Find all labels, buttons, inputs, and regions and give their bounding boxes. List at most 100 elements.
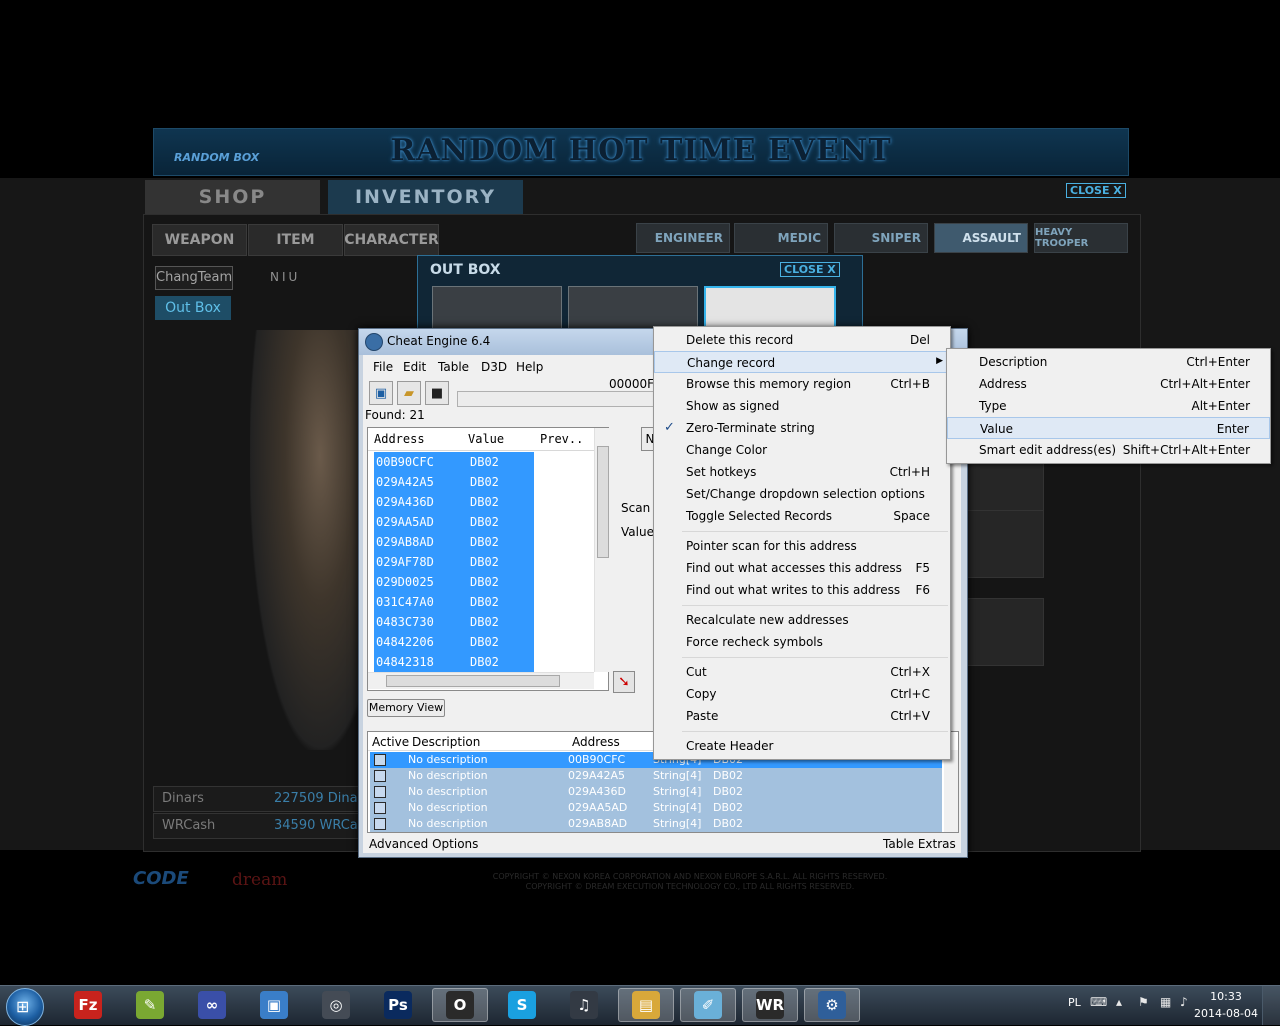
menu-item-browse-memory[interactable]: Browse this memory region Ctrl+B: [654, 373, 950, 395]
menu-item-cut[interactable]: Cut Ctrl+X: [654, 661, 950, 683]
team-button[interactable]: ChangTeam: [155, 266, 233, 290]
class-tab-assault[interactable]: ASSAULT: [934, 223, 1028, 253]
subtab-character[interactable]: CHARACTER: [344, 224, 439, 256]
menu-item-create-header[interactable]: Create Header: [654, 735, 950, 757]
result-row[interactable]: 029AA5AD DB02: [374, 512, 534, 532]
class-tab-sniper[interactable]: SNIPER: [834, 223, 928, 253]
active-checkbox[interactable]: [374, 802, 386, 814]
menu-item-toggle-records[interactable]: Toggle Selected Records Space: [654, 505, 950, 527]
results-horizontal-scrollbar[interactable]: [368, 672, 594, 689]
memory-view-button[interactable]: Memory View: [367, 699, 445, 717]
game-side-button[interactable]: [960, 598, 1044, 666]
taskbar-button[interactable]: S: [494, 988, 550, 1022]
menu-item-find-accesses[interactable]: Find out what accesses this address F5: [654, 557, 950, 579]
keyboard-icon[interactable]: ⌨: [1090, 995, 1107, 1009]
tab-inventory[interactable]: INVENTORY: [328, 180, 523, 214]
result-row[interactable]: 029AB8AD DB02: [374, 532, 534, 552]
submenu-item-smart-edit[interactable]: Smart edit address(es) Shift+Ctrl+Alt+Ent…: [947, 439, 1270, 461]
game-close-button[interactable]: CLOSE X: [1066, 183, 1126, 198]
taskbar-button[interactable]: Ps: [370, 988, 426, 1022]
scroll-thumb[interactable]: [597, 446, 609, 558]
taskbar-button[interactable]: O: [432, 988, 488, 1022]
action-center-icon[interactable]: ⚑: [1138, 995, 1149, 1009]
taskbar-button[interactable]: WR: [742, 988, 798, 1022]
active-checkbox[interactable]: [374, 818, 386, 830]
col-address[interactable]: Address: [572, 735, 620, 749]
subtab-item[interactable]: ITEM: [248, 224, 343, 256]
menu-item-change-color[interactable]: Change Color: [654, 439, 950, 461]
clock-time[interactable]: 10:33: [1196, 990, 1256, 1003]
submenu-item-address[interactable]: Address Ctrl+Alt+Enter: [947, 373, 1270, 395]
table-extras-button[interactable]: Table Extras: [883, 837, 956, 851]
submenu-item-type[interactable]: Type Alt+Enter: [947, 395, 1270, 417]
open-button[interactable]: ▰: [397, 381, 421, 405]
result-row[interactable]: 029A436D DB02: [374, 492, 534, 512]
menu-item-recalculate[interactable]: Recalculate new addresses: [654, 609, 950, 631]
menu-item-dropdown-options[interactable]: Set/Change dropdown selection options: [654, 483, 950, 505]
menu-item-pointer-scan[interactable]: Pointer scan for this address: [654, 535, 950, 557]
taskbar-button[interactable]: ▤: [618, 988, 674, 1022]
active-checkbox[interactable]: [374, 754, 386, 766]
table-row[interactable]: No description 029AA5AD String[4] DB02: [370, 800, 942, 816]
taskbar-button[interactable]: ∞: [184, 988, 240, 1022]
advanced-options-button[interactable]: Advanced Options: [369, 837, 478, 851]
menu-item-copy[interactable]: Copy Ctrl+C: [654, 683, 950, 705]
clock-date[interactable]: 2014-08-04: [1192, 1007, 1260, 1020]
outbox-button[interactable]: Out Box: [155, 296, 231, 320]
taskbar-button[interactable]: ⚙: [804, 988, 860, 1022]
result-row[interactable]: 029AF78D DB02: [374, 552, 534, 572]
menu-item-paste[interactable]: Paste Ctrl+V: [654, 705, 950, 727]
game-side-button[interactable]: [960, 510, 1044, 578]
table-row[interactable]: No description 029A42A5 String[4] DB02: [370, 768, 942, 784]
taskbar-button[interactable]: Fz: [60, 988, 116, 1022]
col-active[interactable]: Active: [372, 735, 409, 749]
outbox-close-button[interactable]: CLOSE X: [780, 262, 840, 277]
table-row[interactable]: No description 029A436D String[4] DB02: [370, 784, 942, 800]
result-row[interactable]: 04842206 DB02: [374, 632, 534, 652]
taskbar-button[interactable]: ✐: [680, 988, 736, 1022]
submenu-item-description[interactable]: Description Ctrl+Enter: [947, 351, 1270, 373]
result-row[interactable]: 00B90CFC DB02: [374, 452, 534, 472]
col-description[interactable]: Description: [412, 735, 480, 749]
results-vertical-scrollbar[interactable]: [594, 428, 609, 672]
result-row[interactable]: 0483C730 DB02: [374, 612, 534, 632]
menu-file[interactable]: File: [373, 360, 393, 374]
show-desktop-button[interactable]: [1262, 986, 1280, 1025]
class-tab-heavy-trooper[interactable]: HEAVY TROOPER: [1034, 223, 1128, 253]
taskbar-button[interactable]: ◎: [308, 988, 364, 1022]
save-button[interactable]: ■: [425, 381, 449, 405]
outbox-item-knife[interactable]: [432, 286, 562, 330]
menu-table[interactable]: Table: [438, 360, 469, 374]
taskbar-button[interactable]: ✎: [122, 988, 178, 1022]
table-vertical-scrollbar[interactable]: [944, 750, 958, 832]
active-checkbox[interactable]: [374, 770, 386, 782]
tray-expand-icon[interactable]: ▴: [1116, 995, 1122, 1009]
scan-results-list[interactable]: Address Value Prev.. 00B90CFC DB02 029A42…: [367, 427, 609, 691]
start-button[interactable]: ⊞: [6, 988, 44, 1026]
outbox-item-knife[interactable]: [568, 286, 698, 330]
subtab-weapon[interactable]: WEAPON: [152, 224, 247, 256]
menu-item-delete-record[interactable]: Delete this record Del: [654, 329, 950, 351]
scroll-thumb[interactable]: [386, 675, 560, 687]
table-row[interactable]: No description 029AB8AD String[4] DB02: [370, 816, 942, 832]
menu-item-find-writes[interactable]: Find out what writes to this address F6: [654, 579, 950, 601]
menu-item-change-record[interactable]: Change record ▶: [654, 351, 950, 373]
add-to-list-button[interactable]: ➘: [613, 671, 635, 693]
menu-item-set-hotkeys[interactable]: Set hotkeys Ctrl+H: [654, 461, 950, 483]
network-icon[interactable]: ▦: [1160, 995, 1171, 1009]
result-row[interactable]: 031C47A0 DB02: [374, 592, 534, 612]
active-checkbox[interactable]: [374, 786, 386, 798]
result-row[interactable]: 029D0025 DB02: [374, 572, 534, 592]
menu-item-zero-terminate[interactable]: ✓ Zero-Terminate string: [654, 417, 950, 439]
submenu-item-value[interactable]: Value Enter: [947, 417, 1270, 439]
menu-d3d[interactable]: D3D: [481, 360, 507, 374]
taskbar-button[interactable]: ▣: [246, 988, 302, 1022]
result-row[interactable]: 029A42A5 DB02: [374, 472, 534, 492]
class-tab-engineer[interactable]: ENGINEER: [636, 223, 730, 253]
col-previous[interactable]: Prev..: [540, 432, 583, 446]
menu-edit[interactable]: Edit: [403, 360, 426, 374]
menu-help[interactable]: Help: [516, 360, 543, 374]
language-indicator[interactable]: PL: [1068, 996, 1081, 1009]
process-select-button[interactable]: ▣: [369, 381, 393, 405]
col-address[interactable]: Address: [374, 432, 425, 446]
